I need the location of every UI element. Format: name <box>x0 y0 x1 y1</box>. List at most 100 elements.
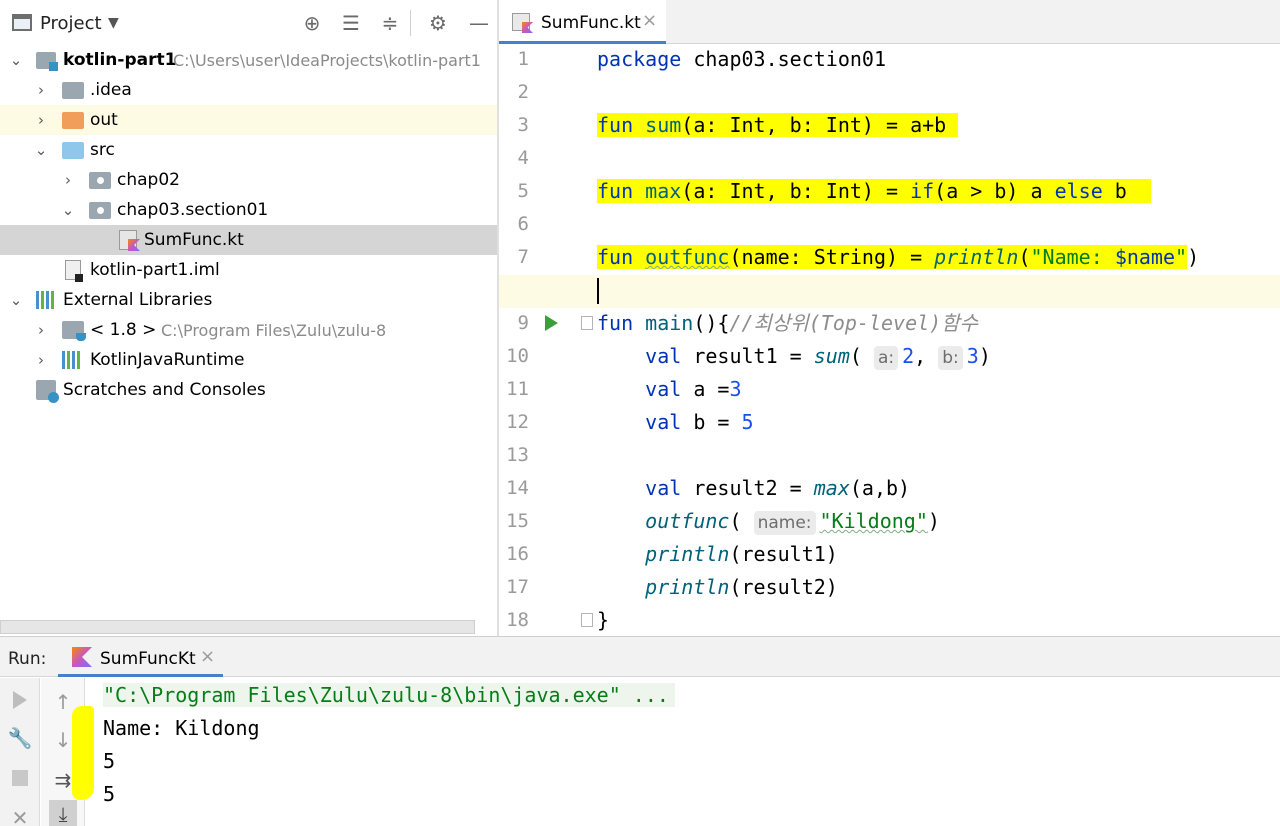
rerun-icon[interactable] <box>6 686 34 714</box>
tree-item-external-libraries[interactable]: ⌄ External Libraries <box>0 285 497 315</box>
code-line-1: package chap03.section01 <box>597 47 886 71</box>
tree-item-label: chap03.section01 <box>117 200 269 220</box>
iml-file-icon <box>65 260 83 282</box>
console-line: 5 <box>103 782 116 806</box>
run-toolbar: 🔧 ✕ <box>0 678 40 826</box>
console-line: Name: Kildong <box>103 716 260 740</box>
code-line-14: val result2 = max(a,b) <box>645 476 911 500</box>
editor-tab-bar: SumFunc.kt × <box>499 0 1280 44</box>
code-line-12: val b = 5 <box>645 410 754 434</box>
tree-item-scratches[interactable]: Scratches and Consoles <box>0 375 497 405</box>
close-icon[interactable]: ✕ <box>6 804 34 826</box>
tree-item-idea[interactable]: › .idea <box>0 75 497 105</box>
expand-all-icon[interactable]: ☰ <box>338 10 364 36</box>
tree-item-label: SumFunc.kt <box>144 230 244 250</box>
project-panel: Project ▼ ⊕ ☰ ≑ ⚙ — ⌄ kotlin-part1 C:\Us… <box>0 0 498 636</box>
run-header: Run: SumFuncKt × <box>0 637 1280 677</box>
folder-icon <box>62 82 84 99</box>
code-line-5: fun max(a: Int, b: Int) = if(a > b) a el… <box>597 176 1151 209</box>
tree-item-sumfunc-kt[interactable]: SumFunc.kt <box>0 225 497 255</box>
scroll-to-end-icon[interactable]: ⤓ <box>49 800 77 826</box>
code-line-3: fun sum(a: Int, b: Int) = a+b <box>597 110 959 143</box>
tree-item-chap02[interactable]: › chap02 <box>0 165 497 195</box>
param-hint: a: <box>873 346 899 370</box>
kotlin-file-icon <box>512 13 530 31</box>
current-line-highlight <box>499 275 1280 308</box>
library-icon <box>36 291 56 309</box>
tree-item-kotlin-part1[interactable]: ⌄ kotlin-part1 C:\Users\user\IdeaProject… <box>0 45 497 75</box>
tree-item-path: C:\Users\user\IdeaProjects\kotlin-part1 <box>173 51 481 70</box>
tree-item-label: kotlin-part1 <box>63 50 177 70</box>
tree-item-chap03-section01[interactable]: ⌄ chap03.section01 <box>0 195 497 225</box>
chevron-right-icon[interactable]: › <box>33 81 49 99</box>
gear-icon[interactable]: ⚙ <box>425 10 451 36</box>
chevron-right-icon[interactable]: › <box>33 111 49 129</box>
scratches-icon <box>36 380 59 403</box>
tree-item-label: KotlinJavaRuntime <box>90 350 245 370</box>
tree-item-iml[interactable]: kotlin-part1.iml <box>0 255 497 285</box>
close-icon[interactable]: × <box>200 646 215 667</box>
tab-sumfunc-kt[interactable]: SumFunc.kt × <box>499 0 666 44</box>
toolbar-separator <box>410 10 411 36</box>
run-tab-label: SumFuncKt <box>100 649 196 669</box>
tree-item-label: out <box>90 110 118 130</box>
project-header: Project ▼ ⊕ ☰ ≑ ⚙ — <box>0 0 498 46</box>
chevron-right-icon[interactable]: › <box>33 351 49 369</box>
run-panel: Run: SumFuncKt × 🔧 ✕ ↑ ↓ ⇉ ⤓ "C:\Program… <box>0 636 1280 826</box>
project-view-icon <box>12 14 32 31</box>
chevron-right-icon[interactable]: › <box>60 171 76 189</box>
run-label: Run: <box>8 649 47 669</box>
tree-item-jdk[interactable]: › < 1.8 > C:\Program Files\Zulu\zulu-8 <box>0 315 497 345</box>
param-hint: b: <box>938 346 963 370</box>
tree-item-label: .idea <box>90 80 132 100</box>
highlighter-mark <box>72 706 94 800</box>
close-icon[interactable]: × <box>642 10 657 31</box>
code-line-10: val result1 = sum( a: 2, b: 3) <box>645 344 991 370</box>
code-editor: SumFunc.kt × 1 2 3 4 5 6 7 8 9 10 11 12 … <box>499 0 1280 636</box>
code-line-9: fun main(){//최상위(Top-level)함수 <box>597 311 979 335</box>
code-line-11: val a =3 <box>645 377 742 401</box>
tree-item-src[interactable]: ⌄ src <box>0 135 497 165</box>
kotlin-file-icon <box>119 230 137 250</box>
chevron-down-icon[interactable]: ⌄ <box>33 141 49 159</box>
stop-icon[interactable] <box>6 764 34 792</box>
code-line-18: } <box>597 608 610 632</box>
source-folder-icon <box>62 142 84 159</box>
chevron-right-icon[interactable]: › <box>33 321 49 339</box>
collapse-all-icon[interactable]: ≑ <box>377 10 403 36</box>
tree-item-label: chap02 <box>117 170 180 190</box>
console-output[interactable]: "C:\Program Files\Zulu\zulu-8\bin\java.e… <box>86 678 1280 826</box>
code-area[interactable]: package chap03.section01 fun sum(a: Int,… <box>499 44 1280 636</box>
kotlin-icon <box>72 647 92 667</box>
tab-sumfunckt[interactable]: SumFuncKt × <box>58 637 223 677</box>
locate-icon[interactable]: ⊕ <box>299 10 325 36</box>
tree-item-kotlin-java-runtime[interactable]: › KotlinJavaRuntime <box>0 345 497 375</box>
jdk-icon <box>62 321 86 341</box>
tree-item-label: External Libraries <box>63 290 213 310</box>
chevron-down-icon[interactable]: ▼ <box>108 15 119 31</box>
chevron-down-icon[interactable]: ⌄ <box>8 51 24 69</box>
module-folder-icon <box>36 52 58 71</box>
console-line: "C:\Program Files\Zulu\zulu-8\bin\java.e… <box>103 680 675 710</box>
wrench-icon[interactable]: 🔧 <box>6 724 34 752</box>
library-icon <box>62 351 82 369</box>
chevron-down-icon[interactable]: ⌄ <box>60 201 76 219</box>
tree-item-label: src <box>90 140 115 160</box>
code-line-16: println(result1) <box>645 542 838 566</box>
project-horizontal-scrollbar[interactable] <box>0 620 475 634</box>
tree-item-label: Scratches and Consoles <box>63 380 266 400</box>
code-line-15: outfunc( name: "Kildong") <box>645 509 940 535</box>
tree-item-label: < 1.8 > <box>90 320 157 340</box>
tree-item-label: kotlin-part1.iml <box>90 260 220 280</box>
tab-label: SumFunc.kt <box>541 13 641 33</box>
code-line-17: println(result2) <box>645 575 838 599</box>
console-line: 5 <box>103 749 116 773</box>
chevron-down-icon[interactable]: ⌄ <box>8 291 24 309</box>
project-title[interactable]: Project <box>40 13 102 34</box>
hide-icon[interactable]: — <box>466 10 492 36</box>
tree-item-path: C:\Program Files\Zulu\zulu-8 <box>161 321 387 340</box>
excluded-folder-icon <box>62 112 84 129</box>
tree-item-out[interactable]: › out <box>0 105 497 135</box>
code-line-7: fun outfunc(name: String) = println("Nam… <box>597 245 1200 269</box>
package-icon <box>89 202 111 219</box>
